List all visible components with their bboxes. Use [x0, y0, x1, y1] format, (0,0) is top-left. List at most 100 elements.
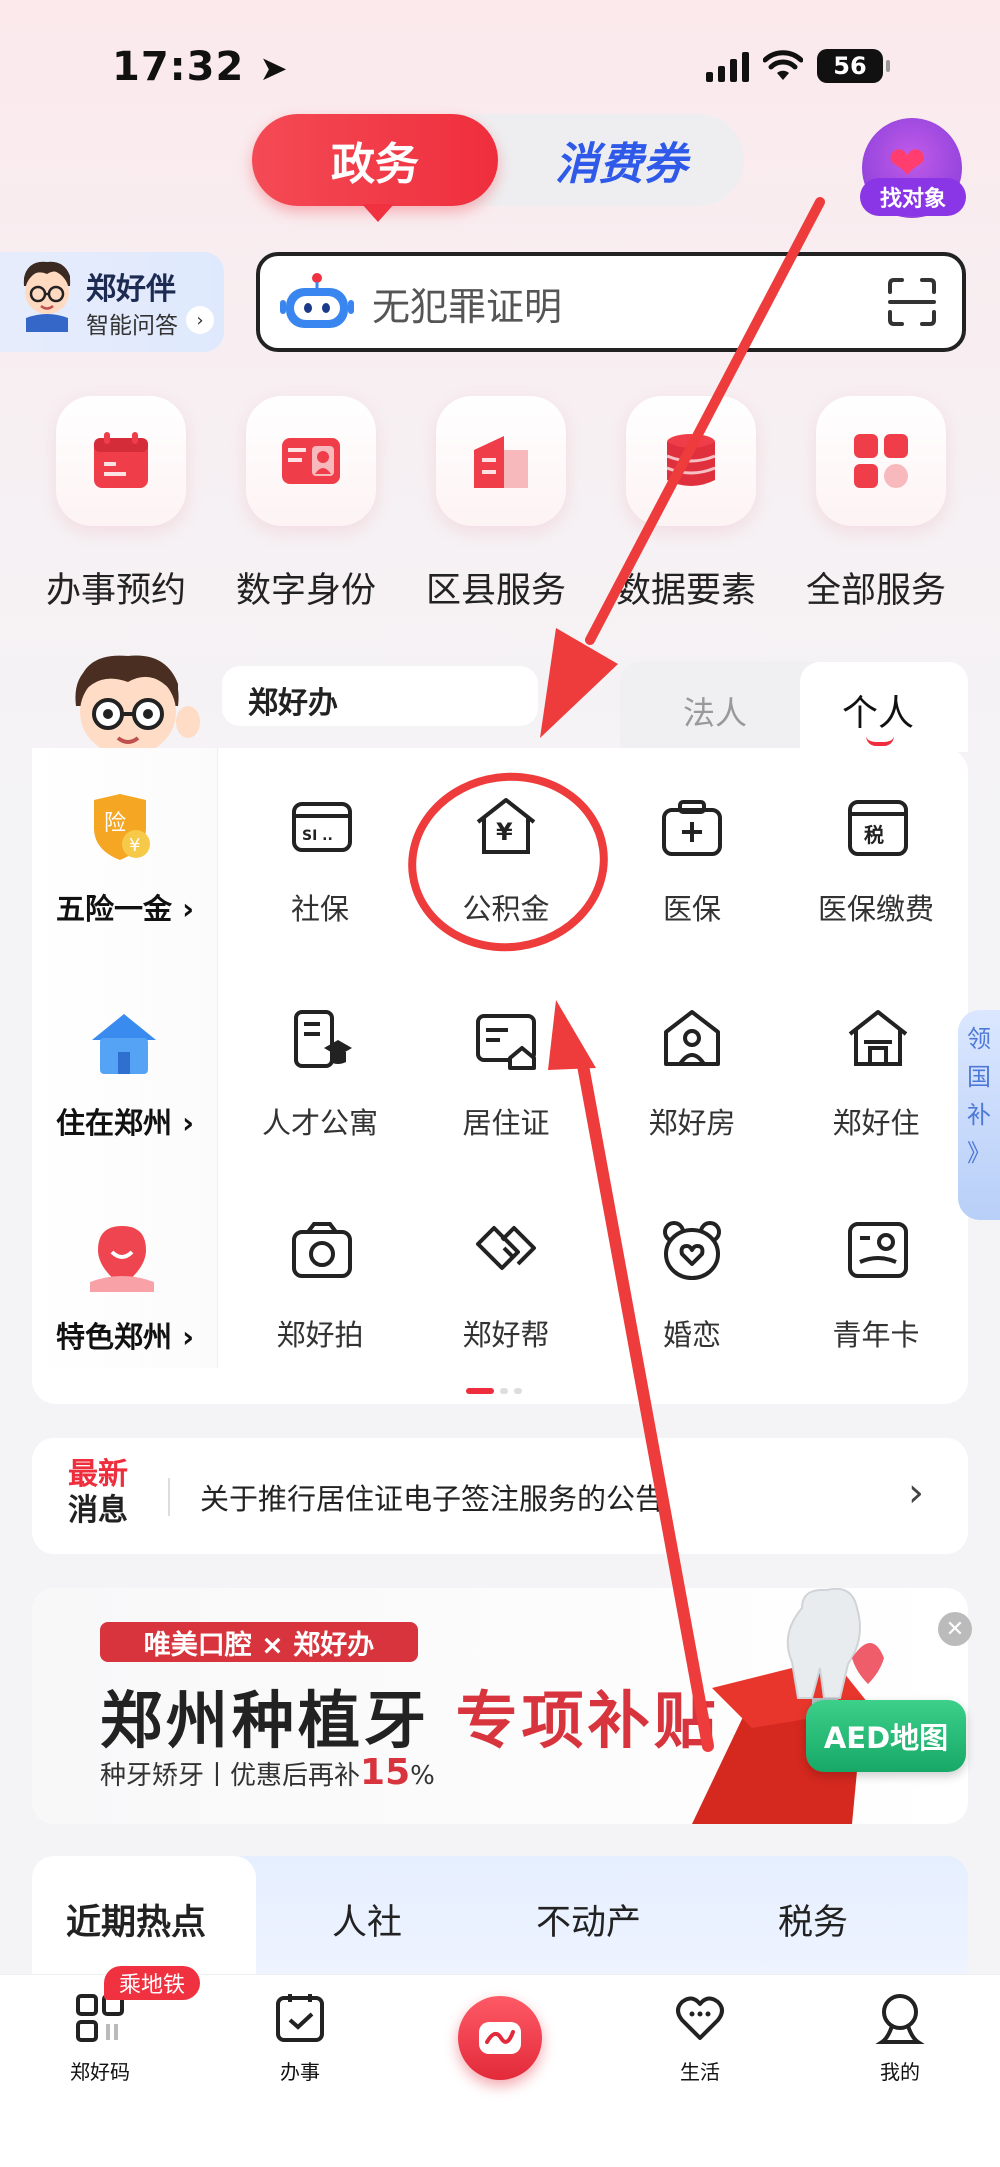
- quick-label: 全部服务: [806, 571, 947, 611]
- metro-badge[interactable]: 乘地铁: [104, 1966, 200, 2000]
- quick-appointment[interactable]: [56, 396, 186, 526]
- tab-coupons[interactable]: 消费券: [498, 114, 744, 206]
- subsidy-side-tab[interactable]: 领 国 补 》: [958, 1010, 1000, 1220]
- close-icon[interactable]: ✕: [938, 1612, 972, 1646]
- service-item[interactable]: 郑好帮: [416, 1312, 596, 1354]
- service-item[interactable]: 人才公寓: [230, 1100, 410, 1142]
- category-living[interactable]: 住在郑州 ›: [56, 1100, 194, 1142]
- nav-tasks[interactable]: 办事: [230, 1990, 370, 2085]
- banner-subtitle: 种牙矫牙丨优惠后再补15%: [100, 1752, 435, 1793]
- service-item[interactable]: 医保: [602, 886, 782, 928]
- svg-text:¥: ¥: [129, 835, 140, 856]
- scan-icon[interactable]: [886, 276, 938, 328]
- battery-icon: 56: [817, 49, 890, 83]
- services-title: 郑好办: [248, 686, 338, 721]
- home-center-button[interactable]: [458, 1996, 542, 2080]
- quick-label: 数据要素: [616, 571, 757, 611]
- service-item[interactable]: 公积金: [416, 886, 596, 928]
- service-item[interactable]: 郑好住: [786, 1100, 966, 1142]
- service-item[interactable]: 郑好房: [602, 1100, 782, 1142]
- news-tag: 消息: [68, 1493, 128, 1528]
- news-text[interactable]: 关于推行居住证电子签注服务的公告: [200, 1476, 664, 1518]
- checklist-icon: [276, 1994, 324, 2042]
- svg-text:险: 险: [104, 811, 126, 836]
- house-person-icon: [664, 1010, 720, 1066]
- nav-label: 生活: [680, 2060, 720, 2084]
- heart-chat-icon: [676, 1996, 724, 2040]
- id-card-icon: [282, 438, 340, 484]
- calendar-icon: [94, 432, 148, 488]
- banner-tag: 唯美口腔 × 郑好办: [100, 1622, 418, 1662]
- quick-data-elements[interactable]: [626, 396, 756, 526]
- service-item[interactable]: 婚恋: [602, 1312, 782, 1354]
- camera-icon: [292, 1222, 352, 1278]
- banner-title: 郑州种植牙 专项补贴: [100, 1684, 720, 1757]
- talent-apartment-icon: [294, 1010, 352, 1068]
- chevron-right-icon[interactable]: ›: [908, 1470, 924, 1516]
- divider: [168, 1478, 170, 1516]
- status-time: 17:32 ➤: [112, 44, 289, 90]
- tab-government[interactable]: 政务: [252, 114, 498, 222]
- residence-permit-icon: [476, 1014, 536, 1070]
- tab-recent-hot[interactable]: 近期热点: [66, 1894, 206, 1945]
- database-icon: [666, 434, 716, 486]
- social-security-card-icon: SI ..: [292, 802, 352, 852]
- youth-card-icon: [848, 1222, 908, 1278]
- service-item[interactable]: 社保: [230, 886, 410, 928]
- service-item[interactable]: 郑好拍: [230, 1312, 410, 1354]
- home-icon: [848, 1010, 908, 1066]
- nav-profile[interactable]: 我的: [830, 1990, 970, 2085]
- search-box[interactable]: [256, 252, 966, 352]
- search-input[interactable]: 无犯罪证明: [372, 276, 562, 331]
- nav-label: 办事: [280, 2060, 320, 2084]
- wifi-icon: [763, 50, 803, 80]
- quick-all-services[interactable]: [816, 396, 946, 526]
- aed-map-button[interactable]: AED地图: [806, 1700, 966, 1772]
- tab-real-estate[interactable]: 不动产: [536, 1894, 641, 1945]
- tab-legal-person[interactable]: 法人: [683, 688, 747, 734]
- side-tab-char: 领: [967, 1025, 991, 1053]
- service-item[interactable]: 医保缴费: [786, 886, 966, 928]
- side-tab-char: 补: [967, 1101, 991, 1129]
- match-badge-label[interactable]: 找对象: [860, 178, 966, 216]
- bear-heart-icon: [663, 1221, 721, 1280]
- quick-digital-id[interactable]: [246, 396, 376, 526]
- handshake-icon: [476, 1226, 536, 1270]
- quick-label: 区县服务: [426, 571, 567, 611]
- service-item[interactable]: 居住证: [416, 1100, 596, 1142]
- nav-label: 我的: [880, 2060, 920, 2084]
- news-tag: 最新: [68, 1457, 128, 1492]
- housing-fund-icon: ¥: [476, 798, 536, 854]
- signal-icon: [706, 50, 749, 82]
- grid-icon: [854, 434, 908, 488]
- nav-qr-code[interactable]: 郑好码: [30, 1990, 170, 2085]
- tab-tax[interactable]: 税务: [778, 1894, 848, 1945]
- category-insurance[interactable]: 五险一金 ›: [56, 886, 194, 928]
- status-indicators: 56: [706, 46, 890, 86]
- nav-label: 郑好码: [70, 2060, 130, 2084]
- assistant-avatar: [23, 261, 71, 332]
- quick-district[interactable]: [436, 396, 566, 526]
- user-icon: [875, 1994, 925, 2044]
- chevron-right-icon: ›: [186, 306, 214, 334]
- quick-label: 数字身份: [236, 571, 377, 611]
- nav-life[interactable]: 生活: [630, 1990, 770, 2085]
- side-tab-char: 国: [967, 1063, 991, 1091]
- svg-text:税: 税: [864, 823, 884, 847]
- assistant-subtitle: 智能问答: [86, 313, 178, 339]
- tab-individual[interactable]: 个人: [842, 684, 914, 736]
- side-tab-char: 》: [967, 1139, 991, 1167]
- home-center-icon: [479, 2022, 521, 2054]
- house-icon: [92, 1014, 156, 1074]
- svg-text:¥: ¥: [496, 818, 513, 846]
- robot-icon: [280, 273, 354, 328]
- assistant-name: 郑好伴: [86, 272, 176, 307]
- tab-human-resources[interactable]: 人社: [332, 1894, 402, 1945]
- category-featured[interactable]: 特色郑州 ›: [56, 1314, 194, 1356]
- building-icon: [474, 436, 528, 488]
- insurance-shield-icon: 险¥: [94, 794, 150, 860]
- page-indicator: [466, 1388, 522, 1394]
- location-icon: [90, 1226, 154, 1292]
- service-item[interactable]: 青年卡: [786, 1312, 966, 1354]
- svg-text:SI ..: SI ..: [302, 828, 333, 844]
